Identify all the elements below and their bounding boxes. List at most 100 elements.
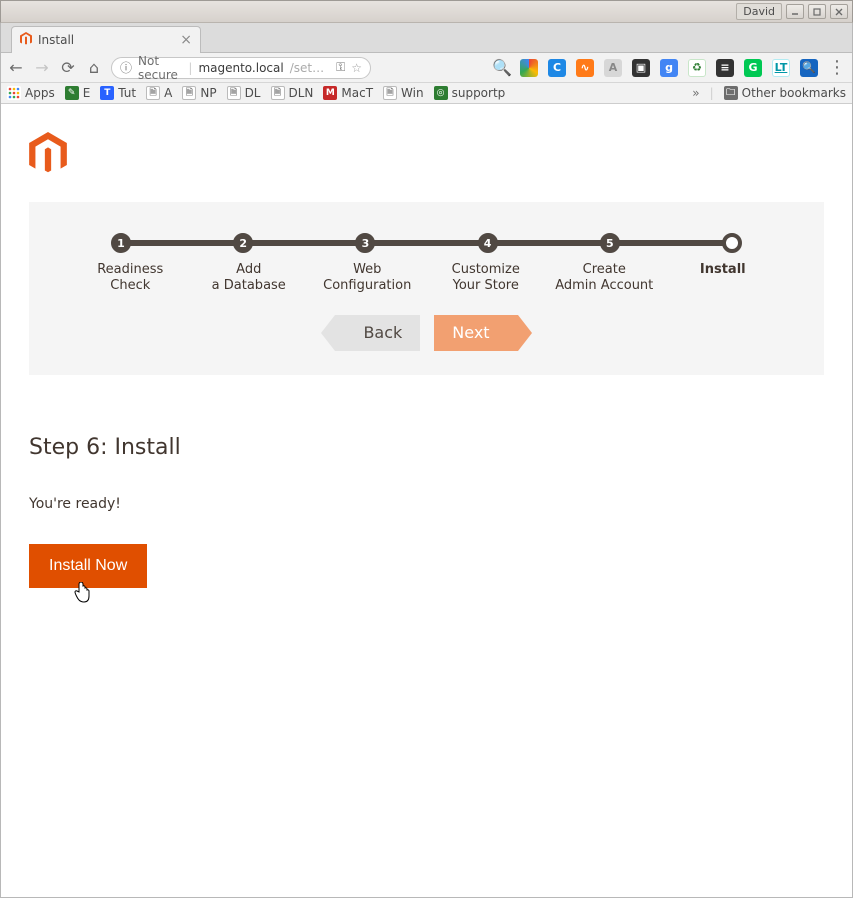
step-number: 1 [117,237,125,250]
bookmark-item[interactable]: 🗎 DLN [271,86,314,100]
address-bar[interactable]: ⓘ Not secure | magento.local/set… ⚿ ☆ [111,57,371,79]
tab-close-button[interactable]: × [180,33,192,47]
file-icon: 🗎 [182,86,196,100]
nav-back-button[interactable]: ← [7,58,25,77]
bookmark-item[interactable]: 🗎DL [227,86,261,100]
step-label-line: Customize [452,262,520,277]
extension-icon[interactable]: 🔍 [800,59,818,77]
step-label-line: Check [110,278,150,293]
bookmark-item[interactable]: 🗎 NP [182,86,216,100]
file-icon: 🗎 [146,86,160,100]
ready-text: You're ready! [29,496,824,512]
os-user-badge: David [736,3,782,20]
next-label: Next [452,323,489,342]
extension-icon[interactable]: C [548,59,566,77]
extension-icon[interactable]: g [660,59,678,77]
security-label: Not secure [138,54,182,82]
os-titlebar: . David [0,0,853,23]
step-label: ReadinessCheck [71,262,190,295]
file-icon: 🗎 [383,86,397,100]
browser-menu-button[interactable]: ⋮ [828,57,842,78]
install-wizard-progress: 1 2 3 4 5 6 ReadinessCheck Adda Database… [29,202,824,375]
url-path: /set… [290,61,324,75]
install-now-button[interactable]: Install Now [29,544,147,588]
url-host: magento.local [198,61,283,75]
step-label-current: Install [664,262,783,295]
step-label-line: Your Store [453,278,519,293]
step-label-line: Readiness [97,262,163,277]
other-bookmarks-button[interactable]: 🗀 Other bookmarks [724,86,846,100]
step-label-line: Admin Account [555,278,653,293]
extension-icon[interactable]: ▣ [632,59,650,77]
apps-icon [7,86,21,100]
step-dot-5[interactable]: 5 [600,233,620,253]
bookmark-label: DL [245,86,261,100]
bookmark-label: E [83,86,91,100]
bookmark-star-icon[interactable]: ☆ [351,61,362,75]
bookmark-item[interactable]: ✎E [65,86,91,100]
bookmark-item[interactable]: 🗎A [146,86,172,100]
bookmark-label: NP [200,86,216,100]
bookmark-favicon-icon: ◎ [434,86,448,100]
step-labels: ReadinessCheck Adda Database WebConfigur… [71,262,782,295]
search-icon[interactable]: 🔍 [492,58,510,77]
bookmark-label: Win [401,86,424,100]
browser-tab[interactable]: Install × [11,26,201,53]
step-number: 5 [606,237,614,250]
bookmarks-bar: Apps ✎E TTut 🗎A 🗎NP 🗎DL 🗎DLN MMacT 🗎Win … [1,83,852,104]
step-number: 2 [239,237,247,250]
extension-icon[interactable]: LT [772,59,790,77]
page-heading: Step 6: Install [29,435,824,460]
extension-icon[interactable]: ∿ [576,59,594,77]
bookmarks-overflow-button[interactable]: » [692,86,699,100]
progress-line [121,240,732,246]
nav-forward-button[interactable]: → [33,58,51,77]
wizard-back-button[interactable]: Back [335,315,420,351]
step-label-line: Configuration [323,278,411,293]
key-icon[interactable]: ⚿ [336,60,345,75]
bookmark-item[interactable]: TTut [100,86,136,100]
window-close-button[interactable] [830,4,848,19]
window-maximize-button[interactable] [808,4,826,19]
step-dot-3[interactable]: 3 [355,233,375,253]
nav-reload-button[interactable]: ⟳ [59,58,77,77]
step-label: CustomizeYour Store [427,262,546,295]
step-dot-1[interactable]: 1 [111,233,131,253]
step-label-line: a Database [212,278,286,293]
step-number: 3 [362,237,370,250]
apps-label: Apps [25,86,55,100]
extension-icon[interactable]: G [744,59,762,77]
bookmark-item[interactable]: 🗎 Win [383,86,424,100]
extension-icon[interactable]: ♻ [688,59,706,77]
other-bookmarks-label: Other bookmarks [742,86,846,100]
back-label: Back [363,323,402,342]
toolbar-row: ← → ⟳ ⌂ ⓘ Not secure | magento.local/set… [1,53,852,83]
window-minimize-button[interactable] [786,4,804,19]
wizard-next-button[interactable]: Next [434,315,517,351]
step-number: 4 [484,237,492,250]
step-dot-4[interactable]: 4 [478,233,498,253]
bookmark-favicon-icon: ✎ [65,86,79,100]
info-icon: ⓘ [120,59,132,76]
bookmark-label: A [164,86,172,100]
wizard-nav: Back Next [47,315,806,351]
bookmark-item[interactable]: ◎supportp [434,86,506,100]
step-label-line: Add [236,262,261,277]
extension-icon[interactable]: A [604,59,622,77]
step-dot-2[interactable]: 2 [233,233,253,253]
step-dot-6-current[interactable]: 6 [722,233,742,253]
extension-icon[interactable] [520,59,538,77]
apps-button[interactable]: Apps [7,86,55,100]
folder-icon: 🗀 [724,86,738,100]
progress-track: 1 2 3 4 5 6 [121,232,732,254]
page-content: 1 2 3 4 5 6 ReadinessCheck Adda Database… [1,104,852,588]
nav-home-button[interactable]: ⌂ [85,58,103,77]
file-icon: 🗎 [271,86,285,100]
bookmark-item[interactable]: MMacT [323,86,373,100]
bookmark-label: DLN [289,86,314,100]
step-label: Adda Database [190,262,309,295]
tab-strip: Install × [1,23,852,53]
bookmark-label: MacT [341,86,373,100]
step-label-line: Install [700,262,746,277]
extension-icon[interactable]: ≡ [716,59,734,77]
